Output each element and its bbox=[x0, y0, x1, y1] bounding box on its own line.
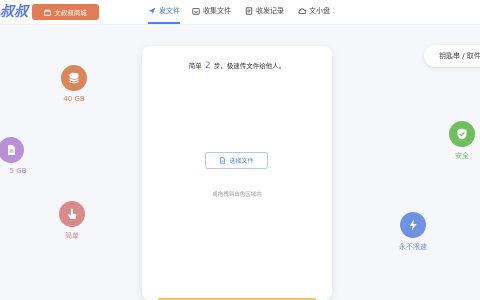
top-navigation-bar: 叔叔 文叔叔商城 发文件 收集文件 收发记录 文小盘 bbox=[0, 0, 480, 25]
cloud-icon bbox=[298, 7, 307, 15]
feature-simple: 简单 bbox=[59, 201, 85, 241]
choose-file-label: 选择文件 bbox=[229, 158, 254, 165]
drag-hint: 或拖拽到白色区域内 bbox=[212, 192, 262, 198]
tab-label: 收发记录 bbox=[256, 7, 284, 15]
lightning-icon bbox=[400, 212, 426, 238]
choose-file-button[interactable]: 选择文件 bbox=[205, 152, 268, 169]
pickup-code-pill[interactable]: 钥匙串 / 取件 bbox=[424, 45, 480, 67]
file-icon bbox=[219, 157, 226, 164]
send-icon bbox=[148, 7, 156, 15]
tab-mini-disk[interactable]: 文小盘 bbox=[298, 0, 330, 22]
feature-label: 5 GB bbox=[9, 167, 27, 175]
intro-prefix: 简单 bbox=[188, 62, 202, 70]
feature-label: 永不限速 bbox=[399, 243, 427, 251]
mall-button[interactable]: 文叔叔商城 bbox=[32, 4, 99, 20]
pointer-icon bbox=[59, 201, 85, 227]
tab-label: 文小盘 bbox=[309, 7, 330, 15]
tab-label: 收集文件 bbox=[203, 7, 231, 15]
tab-send-records[interactable]: 收发记录 bbox=[245, 0, 284, 22]
feature-unlimited-speed: 永不限速 bbox=[399, 212, 427, 252]
feature-label: 简单 bbox=[65, 232, 79, 240]
feature-secure: 安全 bbox=[449, 121, 475, 161]
mall-button-label: 文叔叔商城 bbox=[54, 9, 87, 17]
tab-label: 发文件 bbox=[159, 7, 180, 15]
feature-5gb: 5 GB bbox=[0, 137, 27, 175]
tab-send-files[interactable]: 发文件 bbox=[148, 0, 180, 24]
collect-icon bbox=[192, 7, 200, 15]
tab-collect-files[interactable]: 收集文件 bbox=[192, 0, 231, 22]
feature-label: 安全 bbox=[455, 152, 469, 160]
document-icon bbox=[0, 137, 24, 163]
intro-suffix: 步，极速传文件给他人。 bbox=[213, 62, 286, 70]
record-icon bbox=[245, 7, 253, 15]
intro-step-count: 2 bbox=[204, 61, 211, 71]
shield-check-icon bbox=[449, 121, 475, 147]
feature-label: 40 GB bbox=[63, 95, 85, 103]
site-logo[interactable]: 叔叔 bbox=[0, 2, 28, 22]
intro-text: 简单 2 步，极速传文件给他人。 bbox=[142, 60, 332, 71]
upload-card[interactable]: 简单 2 步，极速传文件给他人。 选择文件 或拖拽到白色区域内 bbox=[142, 46, 332, 300]
store-icon bbox=[44, 9, 51, 16]
database-icon bbox=[61, 65, 87, 91]
feature-40gb: 40 GB bbox=[61, 65, 87, 103]
